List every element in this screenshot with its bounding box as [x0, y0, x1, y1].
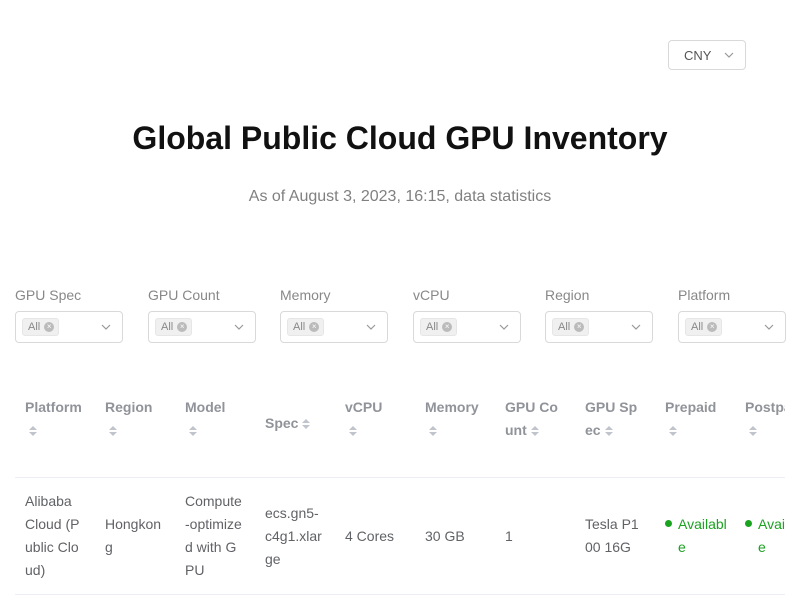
filter-tag-label: All	[161, 321, 174, 333]
column-header-prepaid[interactable]: Prepaid	[665, 396, 723, 442]
sort-icon[interactable]	[604, 426, 613, 437]
filter-tag: All ×	[685, 318, 723, 336]
filter-tag: All ×	[22, 318, 60, 336]
row-divider	[15, 594, 785, 595]
chevron-down-icon	[366, 324, 376, 330]
column-header-postpaid[interactable]: Postpaid	[745, 396, 785, 442]
sort-icon[interactable]	[349, 426, 357, 437]
status-dot	[745, 520, 752, 527]
column-header-label: Prepaid	[665, 399, 717, 415]
column-header-region[interactable]: Region	[105, 396, 163, 442]
cell-memory: 30 GB	[425, 528, 465, 544]
column-header-spec[interactable]: Spec	[265, 412, 325, 435]
close-icon[interactable]: ×	[309, 322, 320, 332]
close-icon[interactable]: ×	[707, 322, 718, 332]
filter-label-platform: Platform	[678, 287, 731, 303]
filter-label-memory: Memory	[280, 287, 331, 303]
cell-vcpu: 4 Cores	[345, 528, 395, 544]
gpu-inventory-table: Platform Region Model Spec vCPU Memory G…	[15, 378, 785, 600]
cell-gpu-spec: Tesla P100 16G	[585, 516, 639, 555]
chevron-down-icon	[234, 324, 244, 330]
cell-spec: ecs.gn5-c4g1.xlarge	[265, 505, 322, 567]
chevron-down-icon	[101, 324, 111, 330]
filter-label-gpu-count: GPU Count	[148, 287, 220, 303]
sort-icon[interactable]	[530, 426, 539, 437]
close-icon[interactable]: ×	[44, 322, 55, 332]
filter-tag: All ×	[287, 318, 325, 336]
column-header-label: vCPU	[345, 399, 383, 415]
gpu-count-filter[interactable]: All ×	[148, 311, 256, 343]
filter-label-vcpu: vCPU	[413, 287, 450, 303]
filter-tag-label: All	[691, 321, 704, 333]
page-title: Global Public Cloud GPU Inventory	[132, 120, 668, 156]
cell-region: Hongkong	[105, 516, 162, 555]
cell-postpaid: Available	[745, 513, 785, 559]
column-header-gpu-count[interactable]: GPU Count	[505, 396, 563, 442]
filter-tag-label: All	[426, 321, 439, 333]
gpu-spec-filter[interactable]: All ×	[15, 311, 123, 343]
column-header-label: Memory	[425, 399, 479, 415]
column-header-label: Region	[105, 399, 153, 415]
column-header-label: Postpaid	[745, 399, 785, 415]
cell-model: Compute-optimized with GPU	[185, 493, 242, 578]
filter-label-region: Region	[545, 287, 590, 303]
vcpu-filter[interactable]: All ×	[413, 311, 521, 343]
column-header-label: Spec	[265, 415, 299, 431]
filter-tag: All ×	[155, 318, 193, 336]
sort-icon[interactable]	[302, 419, 311, 430]
chevron-down-icon	[631, 324, 641, 330]
column-header-label: Model	[185, 399, 226, 415]
status-label: Available	[678, 516, 727, 555]
region-filter[interactable]: All ×	[545, 311, 653, 343]
chevron-down-icon	[724, 52, 734, 58]
currency-select[interactable]: CNY	[668, 40, 746, 70]
sort-icon[interactable]	[669, 426, 677, 437]
sort-icon[interactable]	[429, 426, 437, 437]
column-header-platform[interactable]: Platform	[25, 396, 83, 442]
filter-tag: All ×	[420, 318, 458, 336]
filter-label-gpu-spec: GPU Spec	[15, 287, 82, 303]
column-header-vcpu[interactable]: vCPU	[345, 396, 403, 442]
status-dot	[665, 520, 672, 527]
filter-tag-label: All	[28, 321, 41, 333]
column-header-gpu-spec[interactable]: GPU Spec	[585, 396, 643, 442]
chevron-down-icon	[499, 324, 509, 330]
header-divider	[15, 477, 785, 478]
sort-icon[interactable]	[109, 426, 117, 437]
column-header-model[interactable]: Model	[185, 396, 243, 442]
close-icon[interactable]: ×	[574, 322, 585, 332]
currency-select-value: CNY	[684, 47, 712, 63]
close-icon[interactable]: ×	[442, 322, 453, 332]
cell-gpu-count: 1	[505, 528, 513, 544]
filter-tag-label: All	[293, 321, 306, 333]
chevron-down-icon	[764, 324, 774, 330]
close-icon[interactable]: ×	[177, 322, 188, 332]
filter-tag-label: All	[558, 321, 571, 333]
sort-icon[interactable]	[749, 426, 757, 437]
cell-platform: Alibaba Cloud (Public Cloud)	[25, 493, 80, 578]
filter-tag: All ×	[552, 318, 590, 336]
status-label: Available	[758, 516, 785, 555]
column-header-memory[interactable]: Memory	[425, 396, 483, 442]
sort-icon[interactable]	[29, 426, 37, 437]
platform-filter[interactable]: All ×	[678, 311, 786, 343]
sort-icon[interactable]	[189, 426, 197, 437]
page-subtitle: As of August 3, 2023, 16:15, data statis…	[248, 188, 552, 205]
column-header-label: Platform	[25, 399, 82, 415]
cell-prepaid: Available	[665, 513, 728, 559]
memory-filter[interactable]: All ×	[280, 311, 388, 343]
